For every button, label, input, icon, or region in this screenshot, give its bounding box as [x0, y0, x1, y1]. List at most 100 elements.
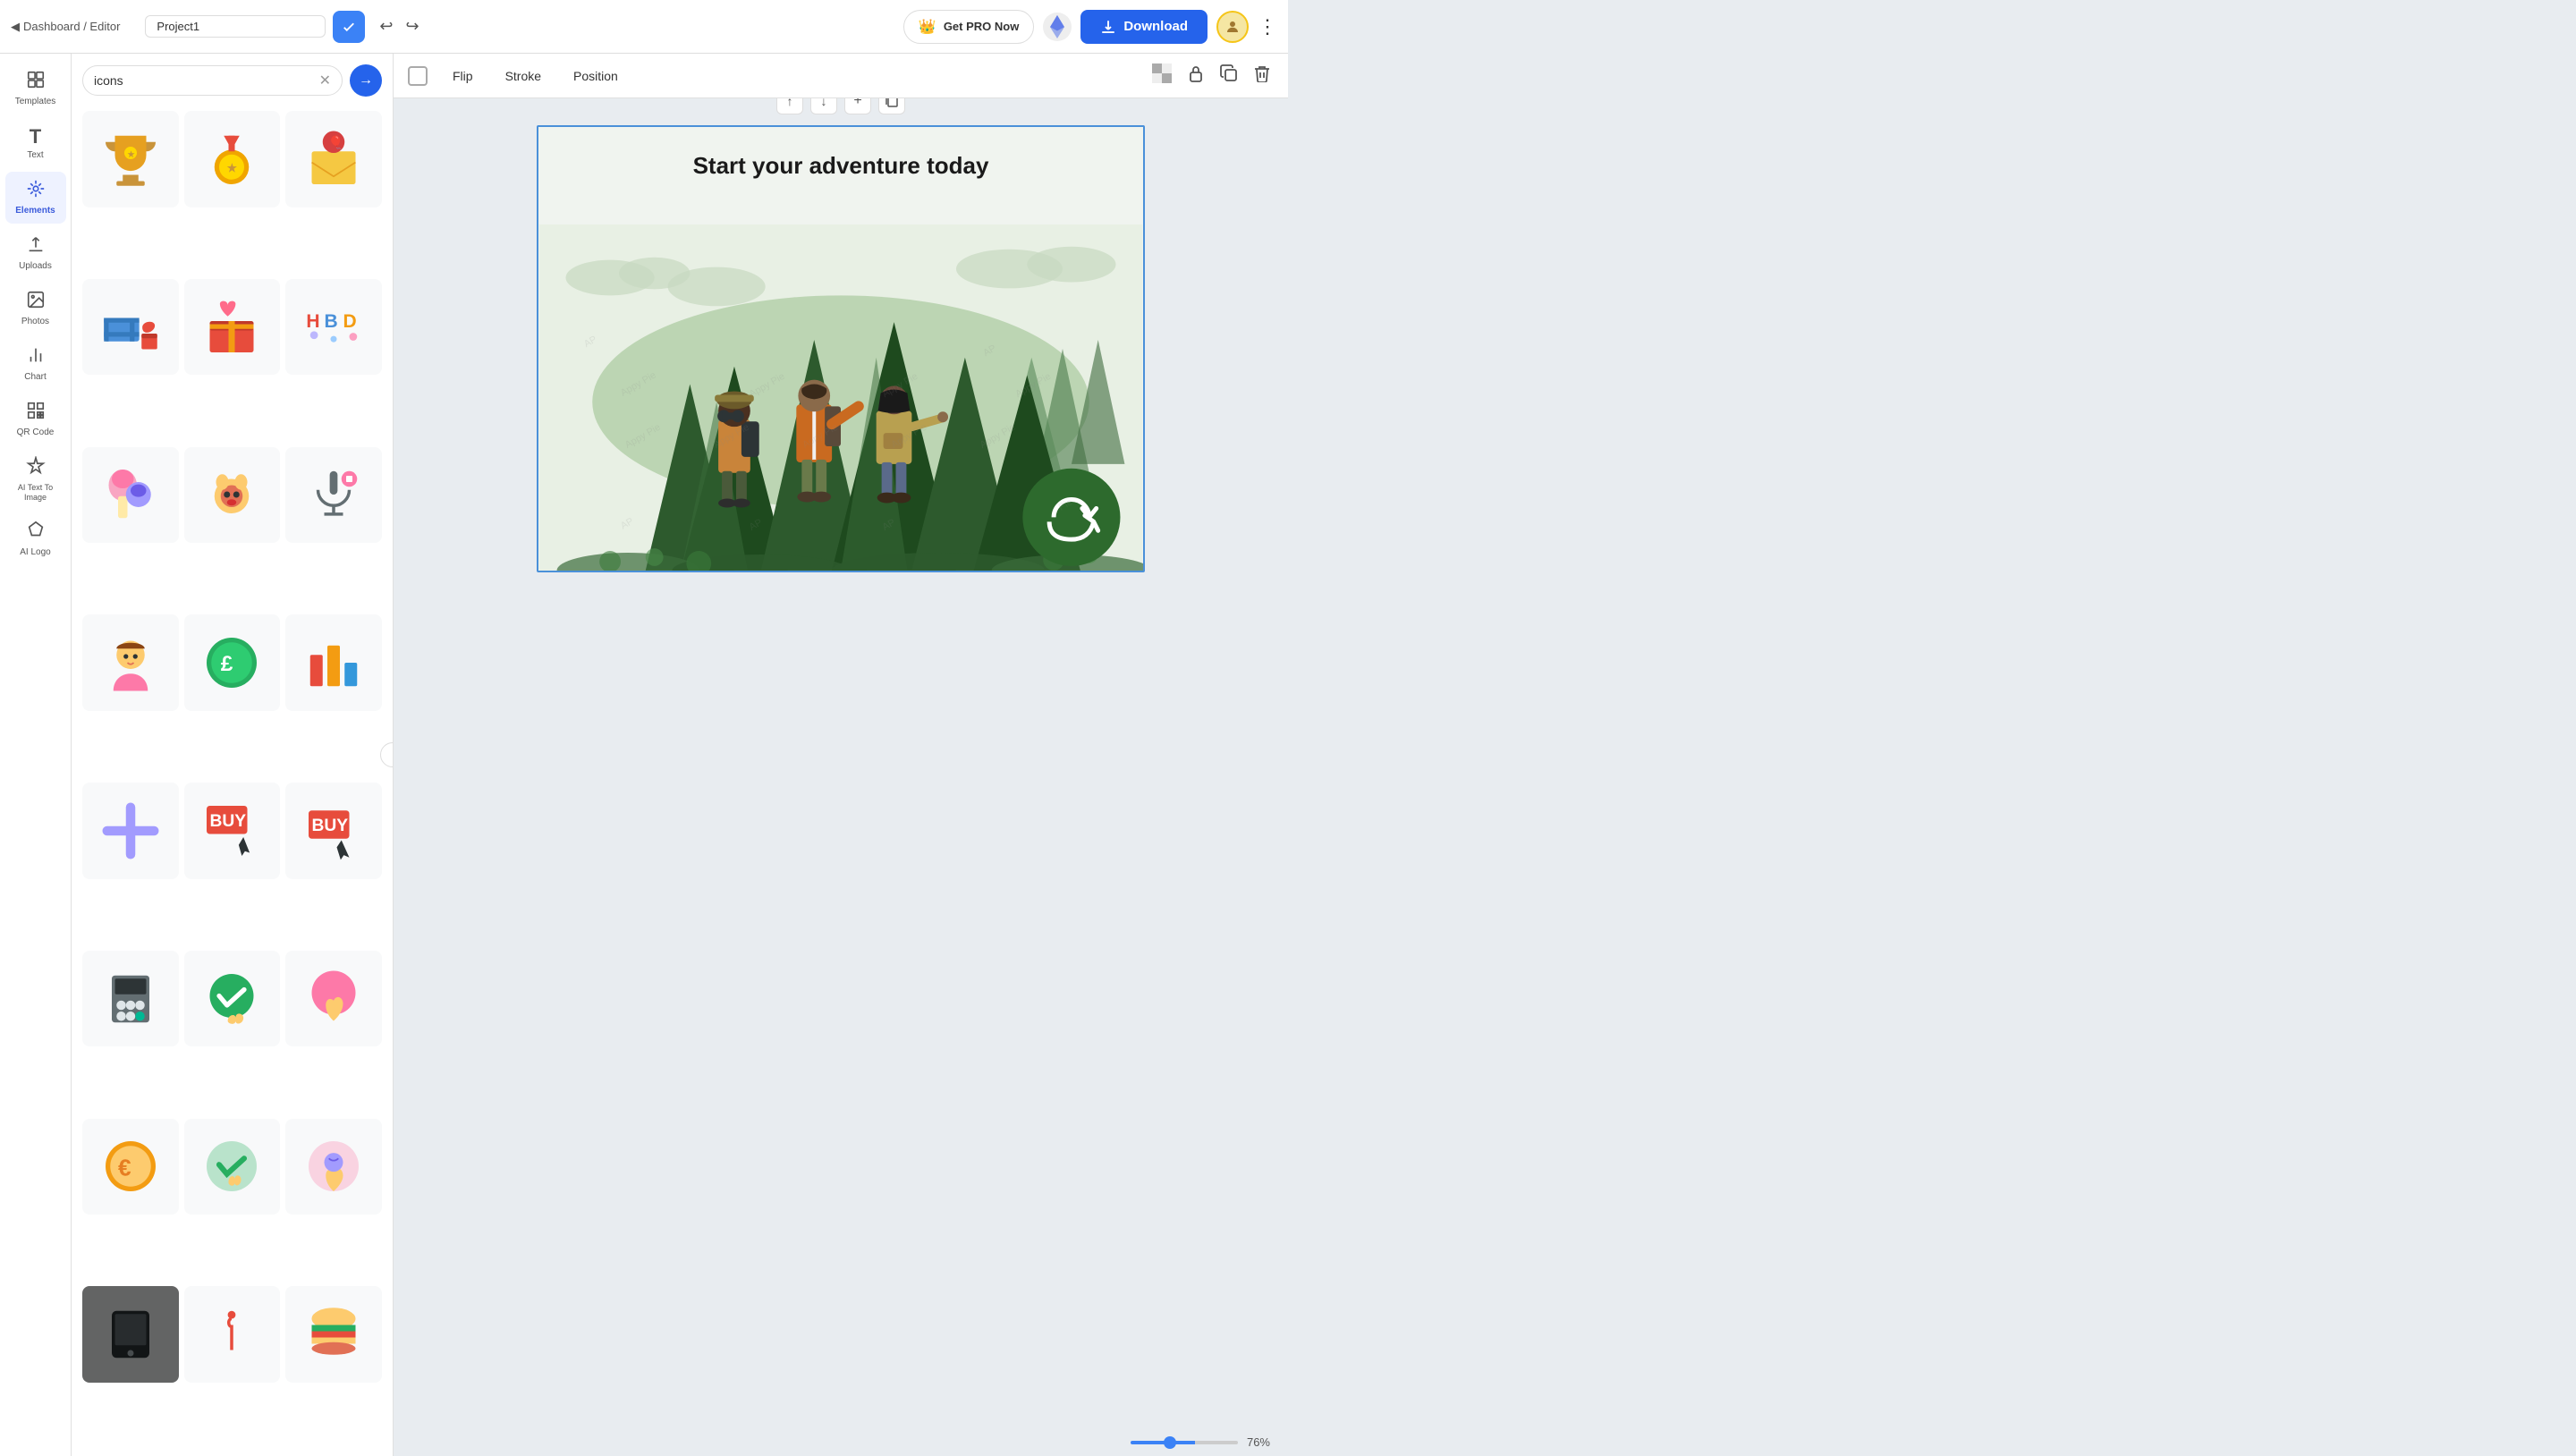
icon-buy2[interactable]: BUY [285, 783, 382, 879]
icon-plus[interactable] [82, 783, 179, 879]
icon-buy-cursor[interactable]: BUY [184, 783, 281, 879]
sidebar-item-ai-logo[interactable]: AI Logo [5, 513, 66, 565]
svg-text:H: H [307, 311, 320, 332]
zoom-bar: 76% [394, 1428, 1288, 1456]
flip-button[interactable]: Flip [445, 65, 480, 87]
icon-dark-device[interactable] [82, 1286, 179, 1383]
lock-button[interactable] [1184, 61, 1208, 90]
icon-hbd-text[interactable]: H B D [285, 279, 382, 376]
sidebar-item-qrcode[interactable]: QR Code [5, 394, 66, 445]
save-button[interactable] [333, 11, 365, 43]
duplicate-button[interactable] [1216, 61, 1241, 90]
svg-text:D: D [343, 311, 357, 332]
get-pro-label: Get PRO Now [944, 20, 1020, 33]
svg-text:★: ★ [227, 162, 237, 174]
stroke-button[interactable]: Stroke [498, 65, 548, 87]
icon-machine[interactable] [82, 951, 179, 1047]
icon-burger[interactable] [285, 1286, 382, 1383]
sidebar-item-text[interactable]: T Text [5, 118, 66, 168]
sidebar-item-chart[interactable]: Chart [5, 338, 66, 390]
header: ◀ Dashboard / Editor ↩ ↪ 👑 Get PRO Now [0, 0, 1288, 54]
elements-panel: 《 ✕ → ★ [72, 54, 394, 1456]
move-down-button[interactable]: ↓ [810, 98, 837, 114]
icon-small-icon[interactable] [184, 1286, 281, 1383]
sidebar-label-templates: Templates [15, 97, 56, 107]
svg-text:BUY: BUY [312, 817, 349, 835]
icon-pound-coin[interactable]: £ [184, 614, 281, 711]
icon-avatar-girl[interactable] [82, 614, 179, 711]
canvas-controls: ↑ ↓ + [776, 98, 905, 114]
redo-button[interactable]: ↪ [402, 13, 423, 39]
photos-icon [26, 290, 46, 315]
zoom-label: 76% [1247, 1435, 1270, 1449]
crown-icon: 👑 [919, 18, 936, 36]
icon-medal[interactable]: ★ [184, 111, 281, 207]
qrcode-icon [26, 401, 46, 426]
icon-trophy[interactable]: ★ [82, 111, 179, 207]
icon-gift-heart[interactable] [184, 279, 281, 376]
icon-euro-coin[interactable]: € [82, 1119, 179, 1215]
sidebar-label-uploads: Uploads [19, 261, 52, 272]
search-input[interactable] [94, 73, 314, 88]
zoom-slider[interactable] [1131, 1441, 1238, 1444]
user-avatar[interactable] [1216, 11, 1249, 43]
sidebar-label-text: Text [27, 150, 43, 161]
canvas-frame: Start your adventure today [537, 125, 1145, 572]
download-button[interactable]: Download [1080, 10, 1208, 44]
sidebar-item-photos[interactable]: Photos [5, 283, 66, 334]
illustration: Appy Pie Appy Pie Appy Pie Appy Pie Appy… [538, 224, 1143, 571]
get-pro-button[interactable]: 👑 Get PRO Now [903, 10, 1034, 44]
sidebar-item-ai-text[interactable]: AI Text To Image [5, 449, 66, 510]
icon-partial-1[interactable] [184, 1119, 281, 1215]
icon-microphone[interactable] [285, 447, 382, 544]
icon-gift-envelope[interactable]: 🎈 [285, 111, 382, 207]
project-name-input[interactable] [145, 15, 326, 38]
more-options-button[interactable]: ⋮ [1258, 15, 1277, 38]
icon-pointer[interactable] [285, 951, 382, 1047]
toolbar-right [1148, 60, 1274, 91]
svg-text:B: B [325, 311, 338, 332]
delete-button[interactable] [1250, 61, 1274, 90]
svg-text:£: £ [221, 652, 233, 676]
svg-text:€: € [118, 1155, 131, 1181]
icon-bar-chart[interactable] [285, 614, 382, 711]
undo-button[interactable]: ↩ [376, 13, 396, 39]
clear-search-button[interactable]: ✕ [319, 72, 331, 89]
sidebar: Templates T Text Elements Uploads Photos [0, 54, 72, 1456]
select-checkbox[interactable] [408, 66, 428, 86]
canvas-container: ↑ ↓ + Start your adventure today [537, 125, 1145, 572]
templates-icon [26, 70, 46, 95]
uploads-icon [26, 234, 46, 259]
search-bar: ✕ → [72, 54, 393, 104]
add-page-button[interactable]: + [844, 98, 871, 114]
move-up-button[interactable]: ↑ [776, 98, 803, 114]
canvas-content: Start your adventure today [538, 127, 1143, 571]
icon-film-popcorn[interactable] [82, 279, 179, 376]
search-input-wrap: ✕ [82, 65, 343, 96]
icon-ice-cream[interactable] [82, 447, 179, 544]
text-icon: T [30, 125, 41, 148]
copy-page-button[interactable] [878, 98, 905, 114]
chart-icon [26, 345, 46, 370]
sidebar-item-elements[interactable]: Elements [5, 172, 66, 224]
sidebar-label-ai-text: AI Text To Image [9, 483, 63, 503]
search-go-button[interactable]: → [350, 64, 382, 97]
transparency-button[interactable] [1148, 60, 1175, 91]
canvas-scroll[interactable]: ↑ ↓ + Start your adventure today [394, 98, 1288, 1428]
ethereum-icon[interactable] [1043, 13, 1072, 41]
position-button[interactable]: Position [566, 65, 625, 87]
back-button[interactable]: ◀ Dashboard / Editor [11, 20, 120, 34]
sidebar-item-templates[interactable]: Templates [5, 63, 66, 114]
header-right: 👑 Get PRO Now Download ⋮ [903, 10, 1277, 44]
ai-logo-icon [26, 521, 46, 546]
download-label: Download [1123, 19, 1188, 34]
icon-animal[interactable] [184, 447, 281, 544]
back-icon: ◀ [11, 20, 20, 34]
icon-partial-2[interactable] [285, 1119, 382, 1215]
sidebar-item-uploads[interactable]: Uploads [5, 227, 66, 279]
sidebar-label-elements: Elements [15, 206, 55, 216]
sidebar-label-chart: Chart [24, 372, 46, 383]
icon-check-hand[interactable] [184, 951, 281, 1047]
ai-text-icon [26, 456, 46, 481]
sidebar-label-qrcode: QR Code [17, 427, 55, 438]
